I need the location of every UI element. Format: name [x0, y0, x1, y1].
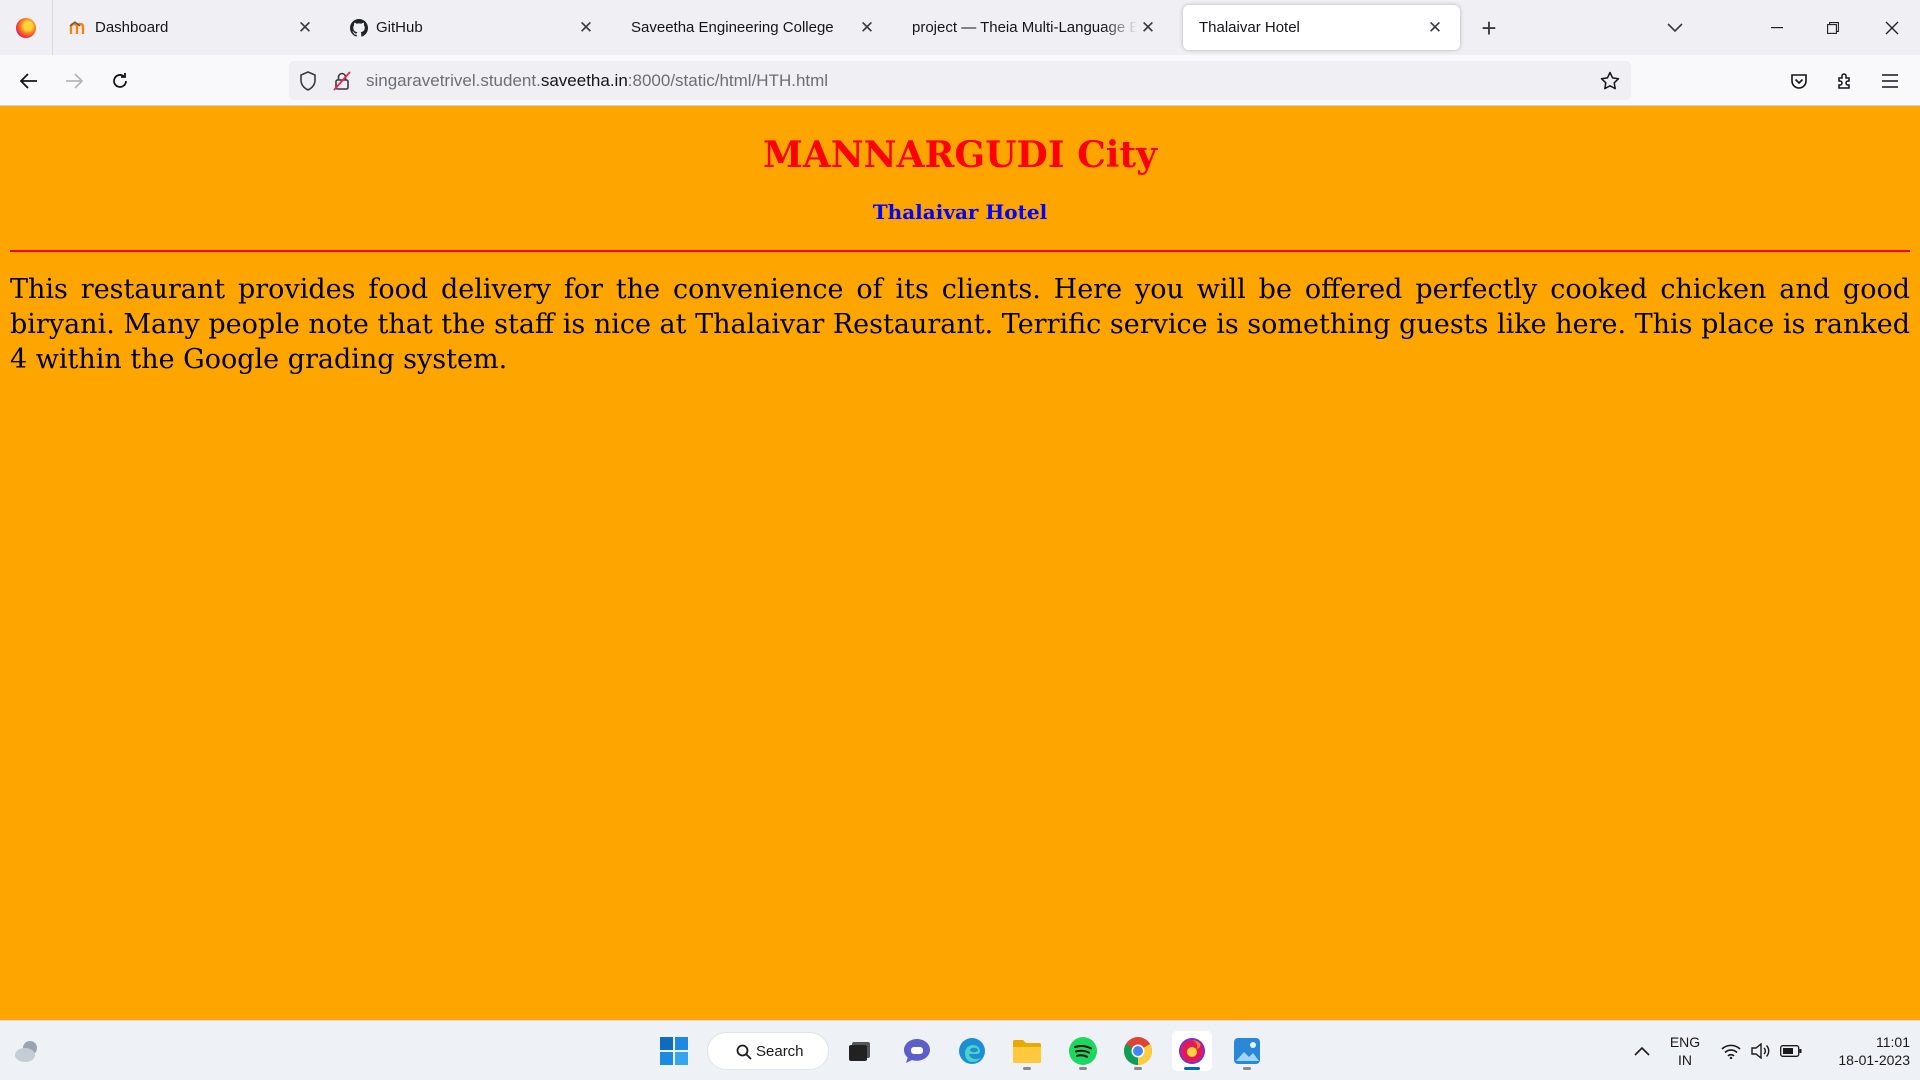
battery-status[interactable]	[1778, 1021, 1804, 1080]
new-tab-button[interactable]: +	[1474, 13, 1504, 43]
running-indicator	[1134, 1067, 1142, 1070]
list-all-tabs-button[interactable]	[1660, 13, 1690, 43]
battery-icon	[1780, 1045, 1802, 1057]
task-view-button[interactable]	[840, 1031, 880, 1071]
page-subheading: Thalaivar Hotel	[872, 200, 1048, 224]
running-indicator	[1023, 1067, 1031, 1070]
insecure-lock-icon[interactable]	[331, 70, 353, 92]
running-indicator	[1184, 1067, 1200, 1070]
weather-icon	[15, 1041, 37, 1062]
task-view-icon	[849, 1042, 870, 1061]
forward-button[interactable]	[56, 63, 92, 99]
navigation-toolbar: singaravetrivel.student.saveetha.in:8000…	[0, 55, 1920, 106]
tab-saveetha[interactable]: Saveetha Engineering College ✕	[615, 5, 892, 50]
firefox-taskbar-button[interactable]	[1172, 1031, 1212, 1071]
system-clock[interactable]: 11:01 18-01-2023	[1810, 1033, 1910, 1069]
close-window-button[interactable]	[1864, 0, 1920, 55]
chevron-down-icon	[1667, 23, 1683, 33]
search-icon	[736, 1044, 752, 1060]
firefox-view-button[interactable]	[0, 0, 53, 55]
tab-title: Dashboard	[95, 19, 169, 36]
language-code: ENG	[1669, 1034, 1701, 1050]
tab-title: project — Theia Multi-Language Ex	[912, 19, 1137, 36]
moodle-icon	[69, 19, 87, 37]
start-button[interactable]	[654, 1031, 694, 1071]
back-button[interactable]	[11, 63, 47, 99]
hamburger-menu-icon	[1882, 74, 1898, 88]
tab-title: GitHub	[376, 19, 423, 36]
tab-title: Saveetha Engineering College	[631, 19, 834, 36]
teams-chat-button[interactable]	[897, 1031, 937, 1071]
spotify-button[interactable]	[1063, 1031, 1103, 1071]
close-tab-icon[interactable]: ✕	[575, 17, 597, 39]
chrome-button[interactable]	[1118, 1031, 1158, 1071]
puzzle-icon	[1838, 73, 1850, 89]
arrow-left-icon	[20, 73, 37, 89]
tab-github[interactable]: GitHub ✕	[334, 5, 611, 50]
reload-icon	[113, 73, 127, 88]
bookmark-star-icon[interactable]	[1599, 70, 1621, 92]
close-tab-icon[interactable]: ✕	[856, 17, 878, 39]
photos-button[interactable]	[1227, 1031, 1267, 1071]
spotify-icon	[1069, 1037, 1097, 1065]
minimize-button[interactable]	[1749, 0, 1805, 55]
extensions-button[interactable]	[1827, 63, 1863, 99]
clock-date: 18-01-2023	[1838, 1052, 1910, 1068]
running-indicator	[1243, 1067, 1251, 1070]
windows-taskbar: Search ENG IN 11:01 18-01-2023	[0, 1020, 1920, 1080]
minimize-icon	[1771, 26, 1783, 28]
tab-strip: Dashboard ✕ GitHub ✕ Saveetha Engineerin…	[0, 0, 1920, 55]
app-menu-button[interactable]	[1872, 63, 1908, 99]
show-hidden-icons-button[interactable]	[1628, 1021, 1656, 1080]
url-text: singaravetrivel.student.saveetha.in:8000…	[366, 71, 828, 91]
close-tab-icon[interactable]: ✕	[294, 17, 316, 39]
description-paragraph: This restaurant provides food delivery f…	[10, 274, 1910, 375]
clock-time: 11:01	[1876, 1034, 1910, 1050]
input-language-indicator[interactable]: ENG IN	[1663, 1033, 1707, 1069]
restore-button[interactable]	[1805, 0, 1861, 55]
url-host: saveetha.in	[540, 71, 628, 90]
chevron-up-icon	[1634, 1046, 1650, 1056]
file-explorer-button[interactable]	[1007, 1031, 1047, 1071]
edge-icon	[959, 1038, 985, 1064]
search-label: Search	[756, 1042, 804, 1060]
horizontal-rule	[10, 250, 1910, 252]
close-tab-icon[interactable]: ✕	[1137, 17, 1159, 39]
photos-icon	[1234, 1038, 1260, 1064]
tab-title: Thalaivar Hotel	[1199, 19, 1300, 36]
page-heading: MANNARGUDI City	[762, 134, 1158, 176]
chat-icon	[904, 1039, 930, 1063]
firefox-icon	[1179, 1038, 1205, 1064]
volume-status[interactable]	[1748, 1021, 1774, 1080]
tab-theia-project[interactable]: project — Theia Multi-Language Ex ✕	[896, 5, 1173, 50]
url-path: :8000/static/html/HTH.html	[627, 71, 829, 90]
taskbar-search[interactable]: Search	[707, 1032, 829, 1070]
region-code: IN	[1678, 1052, 1692, 1068]
pocket-button[interactable]	[1781, 63, 1817, 99]
web-page-content: MANNARGUDI City Thalaivar Hotel This res…	[0, 106, 1920, 1020]
github-icon	[350, 18, 368, 37]
network-status[interactable]	[1718, 1021, 1744, 1080]
arrow-right-icon	[66, 73, 83, 89]
tab-dashboard[interactable]: Dashboard ✕	[53, 5, 330, 50]
url-prefix: singaravetrivel.student.	[366, 71, 541, 90]
tab-thalaivar-hotel[interactable]: Thalaivar Hotel ✕	[1183, 5, 1460, 50]
edge-button[interactable]	[952, 1031, 992, 1071]
chrome-icon	[1124, 1037, 1152, 1065]
firefox-icon	[16, 17, 36, 38]
folder-icon	[1013, 1040, 1041, 1063]
close-icon	[1885, 21, 1899, 34]
shield-icon[interactable]	[297, 70, 319, 92]
pocket-icon	[1791, 74, 1807, 89]
close-tab-icon[interactable]: ✕	[1424, 17, 1446, 39]
weather-widget[interactable]	[8, 1031, 48, 1071]
running-indicator	[1079, 1067, 1087, 1070]
restore-icon	[1827, 21, 1839, 34]
speaker-icon	[1751, 1043, 1770, 1059]
windows-logo-icon	[660, 1037, 688, 1065]
wifi-icon	[1721, 1044, 1741, 1059]
address-bar[interactable]: singaravetrivel.student.saveetha.in:8000…	[289, 61, 1631, 100]
reload-button[interactable]	[102, 63, 138, 99]
